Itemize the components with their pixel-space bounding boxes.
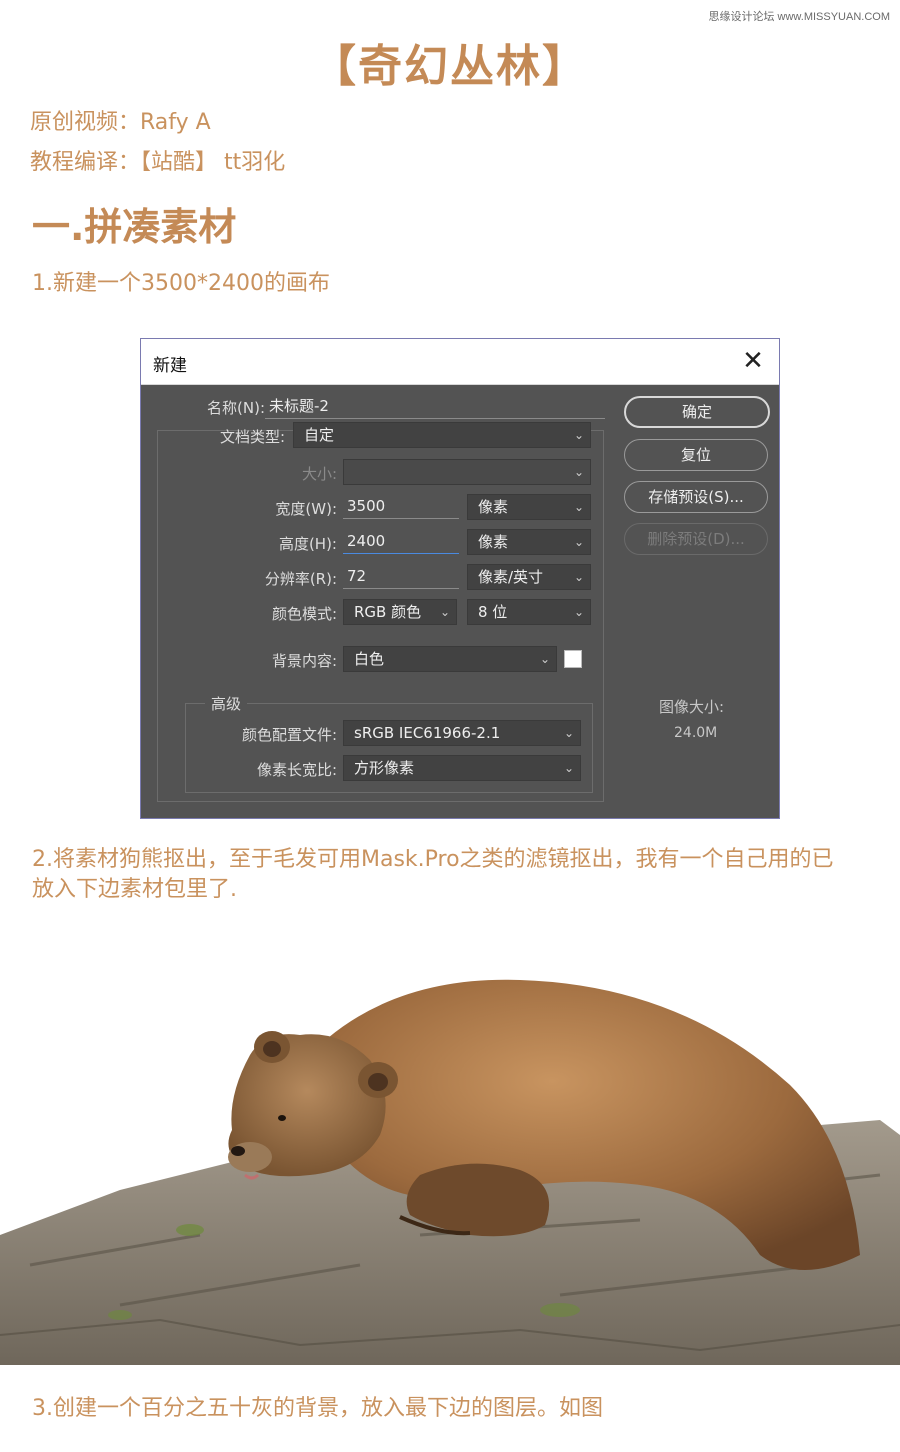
- new-document-dialog: 新建 ✕ 名称(N): 未标题-2 文档类型: 自定 ⌄ 大小: ⌄ 宽度(W)…: [140, 338, 780, 819]
- pixel-aspect-label: 像素长宽比:: [256, 761, 337, 779]
- site-watermark: 思缘设计论坛 www.MISSYUAN.COM: [708, 11, 890, 23]
- chevron-down-icon: ⌄: [573, 535, 584, 549]
- pixel-aspect-select[interactable]: 方形像素 ⌄: [343, 755, 581, 781]
- height-input[interactable]: 2400: [343, 528, 459, 554]
- reset-button[interactable]: 复位: [624, 439, 768, 471]
- bit-depth-select[interactable]: 8 位 ⌄: [467, 599, 591, 625]
- close-icon[interactable]: ✕: [739, 347, 767, 375]
- color-profile-value: sRGB IEC61966-2.1: [354, 724, 501, 742]
- dialog-titlebar: 新建 ✕: [141, 339, 779, 385]
- doc-type-label: 文档类型:: [219, 428, 285, 446]
- color-profile-label: 颜色配置文件:: [241, 726, 337, 744]
- step-1-text: 1.新建一个3500*2400的画布: [32, 271, 330, 296]
- chevron-down-icon: ⌄: [573, 465, 584, 479]
- name-label: 名称(N):: [207, 399, 265, 417]
- step-2-text-line2: 放入下边素材包里了.: [32, 877, 237, 902]
- height-unit-value: 像素: [478, 533, 509, 551]
- doc-type-value: 自定: [304, 426, 335, 444]
- step-2-text-line1: 2.将素材狗熊抠出，至于毛发可用Mask.Pro之类的滤镜抠出，我有一个自己用的…: [32, 847, 834, 872]
- width-label: 宽度(W):: [275, 500, 337, 518]
- background-value: 白色: [354, 650, 385, 668]
- name-input[interactable]: 未标题-2: [265, 393, 605, 419]
- step-3-text: 3.创建一个百分之五十灰的背景，放入最下边的图层。如图: [32, 1396, 603, 1421]
- size-select: ⌄: [343, 459, 591, 485]
- color-mode-value: RGB 颜色: [354, 603, 422, 621]
- width-input[interactable]: 3500: [343, 493, 459, 519]
- height-unit-select[interactable]: 像素 ⌄: [467, 529, 591, 555]
- chevron-down-icon: ⌄: [439, 605, 450, 619]
- delete-preset-button: 删除预设(D)...: [624, 523, 768, 555]
- resolution-unit-value: 像素/英寸: [478, 568, 544, 586]
- chevron-down-icon: ⌄: [573, 570, 584, 584]
- ok-button[interactable]: 确定: [624, 396, 770, 428]
- background-label: 背景内容:: [271, 652, 337, 670]
- image-size-label: 图像大小:: [659, 698, 725, 716]
- chevron-down-icon: ⌄: [573, 605, 584, 619]
- section-heading: 一.拼凑素材: [32, 205, 237, 249]
- bear-on-rock-image: [0, 979, 900, 1365]
- bit-depth-value: 8 位: [478, 603, 508, 621]
- chevron-down-icon: ⌄: [573, 500, 584, 514]
- height-label: 高度(H):: [278, 535, 337, 553]
- image-size-value: 24.0M: [674, 725, 718, 741]
- chevron-down-icon: ⌄: [563, 761, 574, 775]
- resolution-input[interactable]: 72: [343, 563, 459, 589]
- color-profile-select[interactable]: sRGB IEC61966-2.1 ⌄: [343, 720, 581, 746]
- credit-original-video: 原创视频：Rafy A: [30, 110, 211, 135]
- doc-type-select[interactable]: 自定 ⌄: [293, 422, 591, 448]
- save-preset-button[interactable]: 存储预设(S)...: [624, 481, 768, 513]
- chevron-down-icon: ⌄: [539, 652, 550, 666]
- dialog-title: 新建: [153, 356, 187, 376]
- chevron-down-icon: ⌄: [563, 726, 574, 740]
- dialog-body: 名称(N): 未标题-2 文档类型: 自定 ⌄ 大小: ⌄ 宽度(W): 350…: [141, 385, 779, 818]
- background-select[interactable]: 白色 ⌄: [343, 646, 557, 672]
- color-mode-select[interactable]: RGB 颜色 ⌄: [343, 599, 457, 625]
- advanced-label: 高级: [205, 693, 248, 714]
- width-unit-value: 像素: [478, 498, 509, 516]
- pixel-aspect-value: 方形像素: [354, 759, 415, 777]
- resolution-label: 分辨率(R):: [264, 570, 337, 588]
- credit-translation: 教程编译：【站酷】 tt羽化: [30, 150, 286, 175]
- resolution-unit-select[interactable]: 像素/英寸 ⌄: [467, 564, 591, 590]
- chevron-down-icon: ⌄: [573, 428, 584, 442]
- width-unit-select[interactable]: 像素 ⌄: [467, 494, 591, 520]
- page-title: 【奇幻丛林】: [312, 41, 588, 92]
- size-label: 大小:: [301, 465, 337, 483]
- color-mode-label: 颜色模式:: [271, 605, 337, 623]
- background-color-swatch[interactable]: [564, 650, 582, 668]
